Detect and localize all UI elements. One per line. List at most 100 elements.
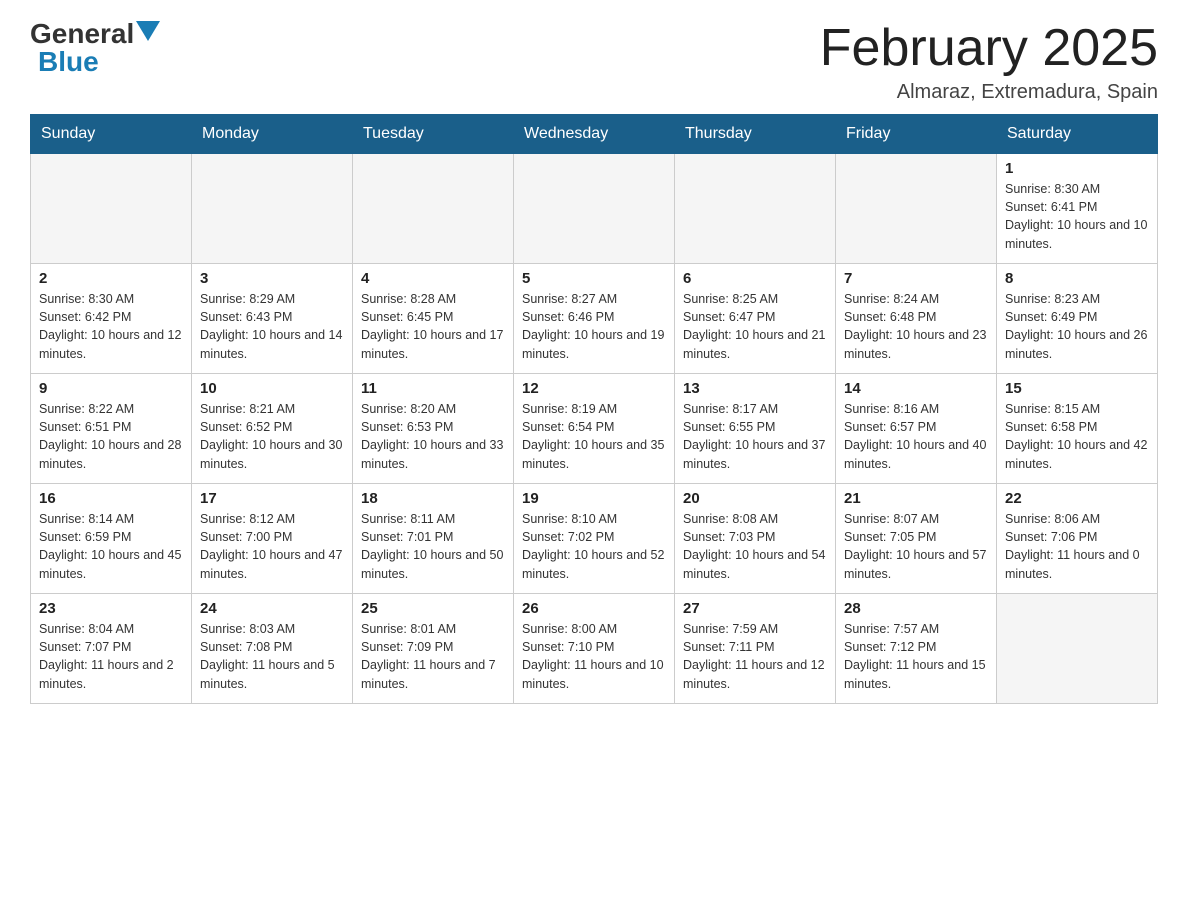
day-info: Sunrise: 8:20 AMSunset: 6:53 PMDaylight:… <box>361 400 505 473</box>
calendar-cell: 4Sunrise: 8:28 AMSunset: 6:45 PMDaylight… <box>353 264 514 374</box>
day-info: Sunrise: 8:30 AMSunset: 6:42 PMDaylight:… <box>39 290 183 363</box>
weekday-header-saturday: Saturday <box>997 115 1158 154</box>
day-info: Sunrise: 8:07 AMSunset: 7:05 PMDaylight:… <box>844 510 988 583</box>
calendar-week-row: 16 Sunrise: 8:14 AMSunset: 6:59 PMDayligh… <box>31 484 1158 594</box>
calendar-cell: 11 Sunrise: 8:20 AMSunset: 6:53 PMDayligh… <box>353 374 514 484</box>
day-info: Sunrise: 8:28 AMSunset: 6:45 PMDaylight:… <box>361 290 505 363</box>
logo-triangle-icon <box>136 21 160 41</box>
day-number: 28 <box>844 600 988 617</box>
day-info: Sunrise: 8:24 AMSunset: 6:48 PMDaylight:… <box>844 290 988 363</box>
day-info: Sunrise: 8:22 AMSunset: 6:51 PMDaylight:… <box>39 400 183 473</box>
day-info: Sunrise: 8:30 AMSunset: 6:41 PMDaylight:… <box>1005 180 1149 253</box>
calendar-cell: 13 Sunrise: 8:17 AMSunset: 6:55 PMDayligh… <box>675 374 836 484</box>
day-number: 1 <box>1005 160 1149 177</box>
calendar-cell <box>997 594 1158 704</box>
calendar-week-row: 9 Sunrise: 8:22 AMSunset: 6:51 PMDaylight… <box>31 374 1158 484</box>
calendar-cell: 18Sunrise: 8:11 AMSunset: 7:01 PMDayligh… <box>353 484 514 594</box>
day-info: Sunrise: 8:14 AMSunset: 6:59 PMDaylight:… <box>39 510 183 583</box>
calendar-cell: 24 Sunrise: 8:03 AMSunset: 7:08 PMDayligh… <box>192 594 353 704</box>
calendar-cell: 16 Sunrise: 8:14 AMSunset: 6:59 PMDayligh… <box>31 484 192 594</box>
day-info: Sunrise: 8:10 AMSunset: 7:02 PMDaylight:… <box>522 510 666 583</box>
day-info: Sunrise: 8:15 AMSunset: 6:58 PMDaylight:… <box>1005 400 1149 473</box>
calendar-cell: 27 Sunrise: 7:59 AMSunset: 7:11 PMDayligh… <box>675 594 836 704</box>
day-info: Sunrise: 8:00 AMSunset: 7:10 PMDaylight:… <box>522 620 666 693</box>
day-number: 21 <box>844 490 988 507</box>
day-info: Sunrise: 8:16 AMSunset: 6:57 PMDaylight:… <box>844 400 988 473</box>
day-number: 16 <box>39 490 183 507</box>
weekday-header-wednesday: Wednesday <box>514 115 675 154</box>
logo-general-text: General <box>30 20 134 48</box>
day-number: 11 <box>361 380 505 397</box>
calendar-cell: 5 Sunrise: 8:27 AMSunset: 6:46 PMDaylight… <box>514 264 675 374</box>
calendar-cell: 20 Sunrise: 8:08 AMSunset: 7:03 PMDayligh… <box>675 484 836 594</box>
calendar-subtitle: Almaraz, Extremadura, Spain <box>820 81 1158 104</box>
day-number: 25 <box>361 600 505 617</box>
calendar-cell: 26 Sunrise: 8:00 AMSunset: 7:10 PMDayligh… <box>514 594 675 704</box>
day-info: Sunrise: 8:06 AMSunset: 7:06 PMDaylight:… <box>1005 510 1149 583</box>
calendar-cell: 15Sunrise: 8:15 AMSunset: 6:58 PMDayligh… <box>997 374 1158 484</box>
day-number: 27 <box>683 600 827 617</box>
day-number: 9 <box>39 380 183 397</box>
calendar-cell: 28 Sunrise: 7:57 AMSunset: 7:12 PMDayligh… <box>836 594 997 704</box>
logo: General Blue <box>30 20 160 76</box>
day-number: 10 <box>200 380 344 397</box>
calendar-table: SundayMondayTuesdayWednesdayThursdayFrid… <box>30 114 1158 704</box>
day-number: 26 <box>522 600 666 617</box>
day-number: 5 <box>522 270 666 287</box>
calendar-cell: 2 Sunrise: 8:30 AMSunset: 6:42 PMDaylight… <box>31 264 192 374</box>
day-info: Sunrise: 7:59 AMSunset: 7:11 PMDaylight:… <box>683 620 827 693</box>
day-number: 20 <box>683 490 827 507</box>
day-number: 8 <box>1005 270 1149 287</box>
day-info: Sunrise: 7:57 AMSunset: 7:12 PMDaylight:… <box>844 620 988 693</box>
day-info: Sunrise: 8:12 AMSunset: 7:00 PMDaylight:… <box>200 510 344 583</box>
day-info: Sunrise: 8:23 AMSunset: 6:49 PMDaylight:… <box>1005 290 1149 363</box>
day-info: Sunrise: 8:04 AMSunset: 7:07 PMDaylight:… <box>39 620 183 693</box>
day-info: Sunrise: 8:11 AMSunset: 7:01 PMDaylight:… <box>361 510 505 583</box>
day-info: Sunrise: 8:08 AMSunset: 7:03 PMDaylight:… <box>683 510 827 583</box>
day-number: 22 <box>1005 490 1149 507</box>
day-info: Sunrise: 8:25 AMSunset: 6:47 PMDaylight:… <box>683 290 827 363</box>
weekday-header-thursday: Thursday <box>675 115 836 154</box>
calendar-cell <box>514 154 675 264</box>
day-info: Sunrise: 8:19 AMSunset: 6:54 PMDaylight:… <box>522 400 666 473</box>
day-number: 3 <box>200 270 344 287</box>
calendar-cell: 8 Sunrise: 8:23 AMSunset: 6:49 PMDaylight… <box>997 264 1158 374</box>
calendar-cell: 17 Sunrise: 8:12 AMSunset: 7:00 PMDayligh… <box>192 484 353 594</box>
calendar-cell <box>836 154 997 264</box>
day-number: 6 <box>683 270 827 287</box>
day-number: 24 <box>200 600 344 617</box>
weekday-header-tuesday: Tuesday <box>353 115 514 154</box>
page-header: General Blue February 2025 Almaraz, Extr… <box>30 20 1158 104</box>
day-number: 13 <box>683 380 827 397</box>
day-number: 19 <box>522 490 666 507</box>
calendar-body: 1 Sunrise: 8:30 AMSunset: 6:41 PMDaylight… <box>31 154 1158 704</box>
weekday-header-friday: Friday <box>836 115 997 154</box>
calendar-cell: 10Sunrise: 8:21 AMSunset: 6:52 PMDayligh… <box>192 374 353 484</box>
calendar-week-row: 1 Sunrise: 8:30 AMSunset: 6:41 PMDaylight… <box>31 154 1158 264</box>
day-number: 17 <box>200 490 344 507</box>
calendar-title: February 2025 <box>820 20 1158 77</box>
weekday-header-row: SundayMondayTuesdayWednesdayThursdayFrid… <box>31 115 1158 154</box>
day-info: Sunrise: 8:03 AMSunset: 7:08 PMDaylight:… <box>200 620 344 693</box>
calendar-cell: 7Sunrise: 8:24 AMSunset: 6:48 PMDaylight… <box>836 264 997 374</box>
day-info: Sunrise: 8:29 AMSunset: 6:43 PMDaylight:… <box>200 290 344 363</box>
day-info: Sunrise: 8:17 AMSunset: 6:55 PMDaylight:… <box>683 400 827 473</box>
calendar-cell: 9 Sunrise: 8:22 AMSunset: 6:51 PMDaylight… <box>31 374 192 484</box>
calendar-week-row: 23Sunrise: 8:04 AMSunset: 7:07 PMDayligh… <box>31 594 1158 704</box>
calendar-week-row: 2 Sunrise: 8:30 AMSunset: 6:42 PMDaylight… <box>31 264 1158 374</box>
calendar-cell: 3 Sunrise: 8:29 AMSunset: 6:43 PMDaylight… <box>192 264 353 374</box>
calendar-cell: 22 Sunrise: 8:06 AMSunset: 7:06 PMDayligh… <box>997 484 1158 594</box>
day-number: 2 <box>39 270 183 287</box>
calendar-cell: 12Sunrise: 8:19 AMSunset: 6:54 PMDayligh… <box>514 374 675 484</box>
title-block: February 2025 Almaraz, Extremadura, Spai… <box>820 20 1158 104</box>
calendar-cell <box>675 154 836 264</box>
calendar-cell: 1 Sunrise: 8:30 AMSunset: 6:41 PMDaylight… <box>997 154 1158 264</box>
day-info: Sunrise: 8:27 AMSunset: 6:46 PMDaylight:… <box>522 290 666 363</box>
calendar-cell <box>192 154 353 264</box>
day-number: 14 <box>844 380 988 397</box>
weekday-header-monday: Monday <box>192 115 353 154</box>
calendar-cell <box>353 154 514 264</box>
calendar-cell: 19 Sunrise: 8:10 AMSunset: 7:02 PMDayligh… <box>514 484 675 594</box>
calendar-cell: 14 Sunrise: 8:16 AMSunset: 6:57 PMDayligh… <box>836 374 997 484</box>
calendar-cell: 23Sunrise: 8:04 AMSunset: 7:07 PMDayligh… <box>31 594 192 704</box>
